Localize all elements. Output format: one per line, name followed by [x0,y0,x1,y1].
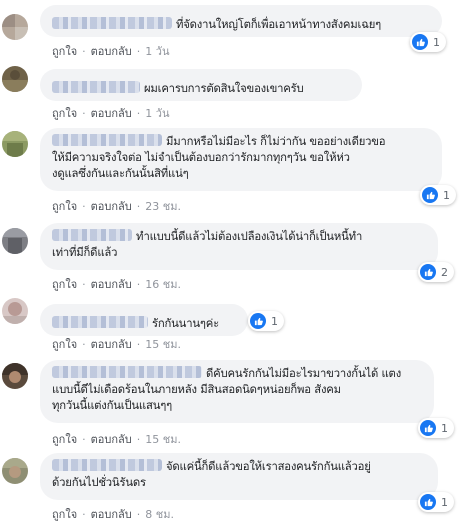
avatar[interactable] [2,131,28,157]
reply-link[interactable]: ตอบกลับ [91,45,132,58]
timestamp[interactable]: 15 ชม. [145,338,181,351]
reaction-number: 2 [441,265,448,279]
comment-text-line: ทำแบบนี้ดีแล้วไม่ต้องเปลืองเงินได้น่าก็เ… [136,230,363,243]
reaction-number: 1 [271,314,278,328]
comment-bubble: จัดแค่นี้ก็ดีแล้วขอให้เราสองคนรักกันแล้ว… [40,453,438,500]
timestamp[interactable]: 15 ชม. [145,433,181,446]
like-thumb-icon [420,420,436,436]
like-link[interactable]: ถูกใจ [52,338,77,351]
comment-text-line: ให้มีความจริงใจต่อ ไม่จำเป็นต้องบอกว่ารั… [52,151,350,164]
separator: · [82,45,86,58]
like-link[interactable]: ถูกใจ [52,107,77,120]
avatar[interactable] [2,458,28,484]
author-name[interactable] [52,229,132,241]
comment-actions: ถูกใจ · ตอบกลับ · 8 ชม. [52,505,174,523]
reaction-count[interactable]: 1 [420,185,456,205]
like-thumb-icon [420,494,436,510]
comment-bubble: รักกันนานๆค่ะ [40,304,248,336]
comment-text: ที่จัดงานใหญ่โตก็เพื่อเอาหน้าทางสังคมเฉย… [176,18,381,31]
reaction-number: 1 [443,188,450,202]
comment-bubble: มีมากหรือไม่มีอะไร ก็ไม่ว่ากัน ขออย่างเด… [40,128,442,191]
like-link[interactable]: ถูกใจ [52,508,77,521]
like-link[interactable]: ถูกใจ [52,45,77,58]
timestamp[interactable]: 16 ชม. [145,278,181,291]
author-name[interactable] [52,459,162,471]
timestamp[interactable]: 1 วัน [145,107,169,120]
like-link[interactable]: ถูกใจ [52,433,77,446]
comment-text-line: เท่าที่มีก็ดีแล้ว [52,246,118,259]
avatar[interactable] [2,363,28,389]
comment-text-line: จัดแค่นี้ก็ดีแล้วขอให้เราสองคนรักกันแล้ว… [166,460,371,473]
comment-actions: ถูกใจ · ตอบกลับ · 1 วัน [52,104,169,122]
comment-text-line: งดูแลซึ่งกันและกันนั้นสิที่แน่ๆ [52,167,189,180]
separator: · [136,278,141,291]
comment-text-line: ทุกวันนี้แต่งกันเป็นแสนๆๆ [52,399,172,412]
reply-link[interactable]: ตอบกลับ [91,508,132,521]
avatar[interactable] [2,228,28,254]
comment-actions: ถูกใจ · ตอบกลับ · 23 ชม. [52,197,181,215]
comment-text-line: ด้วยกันไปชั่วนิรันดร [52,476,146,489]
reaction-number: 1 [433,35,440,49]
comment-text-line: มีมากหรือไม่มีอะไร ก็ไม่ว่ากัน ขออย่างเด… [166,135,386,148]
separator: · [136,508,141,521]
avatar[interactable] [2,14,28,40]
comment-actions: ถูกใจ · ตอบกลับ · 15 ชม. [52,430,181,448]
reply-link[interactable]: ตอบกลับ [91,338,132,351]
like-thumb-icon [412,34,428,50]
separator: · [136,338,141,351]
like-thumb-icon [420,264,436,280]
comment-text: รักกันนานๆค่ะ [152,317,219,330]
comment-text: ผมเคารบการตัดสินใจของเขาครับ [144,82,304,95]
comment-bubble: ผมเคารบการตัดสินใจของเขาครับ [40,69,362,101]
comment-text-line: แบบนี้ดีไม่เดือดร้อนในภายหลัง มีสินสอดนิ… [52,383,341,396]
comment-bubble: ที่จัดงานใหญ่โตก็เพื่อเอาหน้าทางสังคมเฉย… [40,5,442,37]
separator: · [82,338,86,351]
separator: · [82,200,86,213]
comment-actions: ถูกใจ · ตอบกลับ · 16 ชม. [52,275,181,293]
reaction-count[interactable]: 1 [418,418,454,438]
reply-link[interactable]: ตอบกลับ [91,278,132,291]
author-name[interactable] [52,134,162,146]
reaction-count[interactable]: 1 [418,492,454,512]
separator: · [82,508,86,521]
reaction-number: 1 [441,421,448,435]
separator: · [82,278,86,291]
like-thumb-icon [422,187,438,203]
separator: · [136,433,141,446]
author-name[interactable] [52,81,140,93]
comment-bubble: ทำแบบนี้ดีแล้วไม่ต้องเปลืองเงินได้น่าก็เ… [40,223,438,270]
timestamp[interactable]: 8 ชม. [145,508,174,521]
reply-link[interactable]: ตอบกลับ [91,433,132,446]
like-link[interactable]: ถูกใจ [52,200,77,213]
timestamp[interactable]: 1 วัน [145,45,169,58]
comment-actions: ถูกใจ · ตอบกลับ · 1 วัน [52,42,169,60]
like-link[interactable]: ถูกใจ [52,278,77,291]
reaction-count[interactable]: 1 [248,311,284,331]
separator: · [82,107,86,120]
author-name[interactable] [52,366,202,378]
like-thumb-icon [250,313,266,329]
reply-link[interactable]: ตอบกลับ [91,107,132,120]
separator: · [136,200,141,213]
author-name[interactable] [52,316,148,328]
reaction-number: 1 [441,495,448,509]
reply-link[interactable]: ตอบกลับ [91,200,132,213]
comment-actions: ถูกใจ · ตอบกลับ · 15 ชม. [52,335,181,353]
author-name[interactable] [52,17,172,29]
separator: · [82,433,86,446]
separator: · [136,107,141,120]
avatar[interactable] [2,298,28,324]
reaction-count[interactable]: 2 [418,262,454,282]
separator: · [136,45,141,58]
comment-text-line: ดีคับคนรักกันไม่มีอะไรมาขวางกั้นได้ แตง [206,367,402,380]
comment-bubble: ดีคับคนรักกันไม่มีอะไรมาขวางกั้นได้ แตง … [40,360,434,423]
timestamp[interactable]: 23 ชม. [145,200,181,213]
reaction-count[interactable]: 1 [410,32,446,52]
avatar[interactable] [2,66,28,92]
